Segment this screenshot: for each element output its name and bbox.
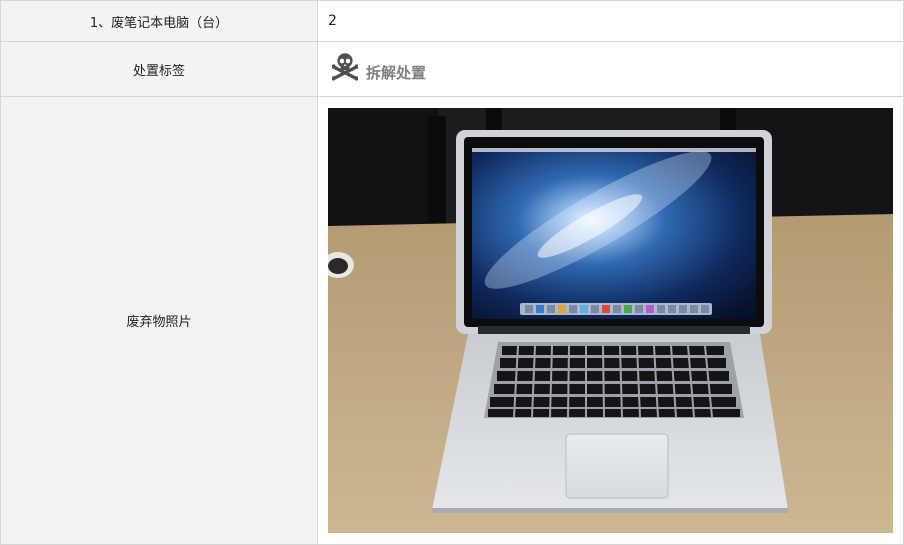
waste-info-table: 1、废笔记本电脑（台） 2 处置标签 拆解处置 废弃物照片 xyxy=(0,0,904,545)
disposal-tag-cell: 拆解处置 xyxy=(317,41,904,98)
row-label: 处置标签 xyxy=(0,41,318,98)
table-row: 处置标签 拆解处置 xyxy=(0,41,904,98)
table-row: 废弃物照片 xyxy=(0,96,904,545)
photo-cell xyxy=(317,96,904,545)
row-label: 1、废笔记本电脑（台） xyxy=(0,0,318,43)
disposal-tag-label: 拆解处置 xyxy=(366,63,427,82)
laptop-photo xyxy=(328,108,893,534)
disposal-tag: 拆解处置 xyxy=(318,52,903,86)
quantity-value: 2 xyxy=(328,13,337,30)
row-value: 2 xyxy=(317,0,904,43)
skull-crossbones-icon xyxy=(331,52,359,86)
row-label: 废弃物照片 xyxy=(0,96,318,545)
table-row: 1、废笔记本电脑（台） 2 xyxy=(0,0,904,43)
